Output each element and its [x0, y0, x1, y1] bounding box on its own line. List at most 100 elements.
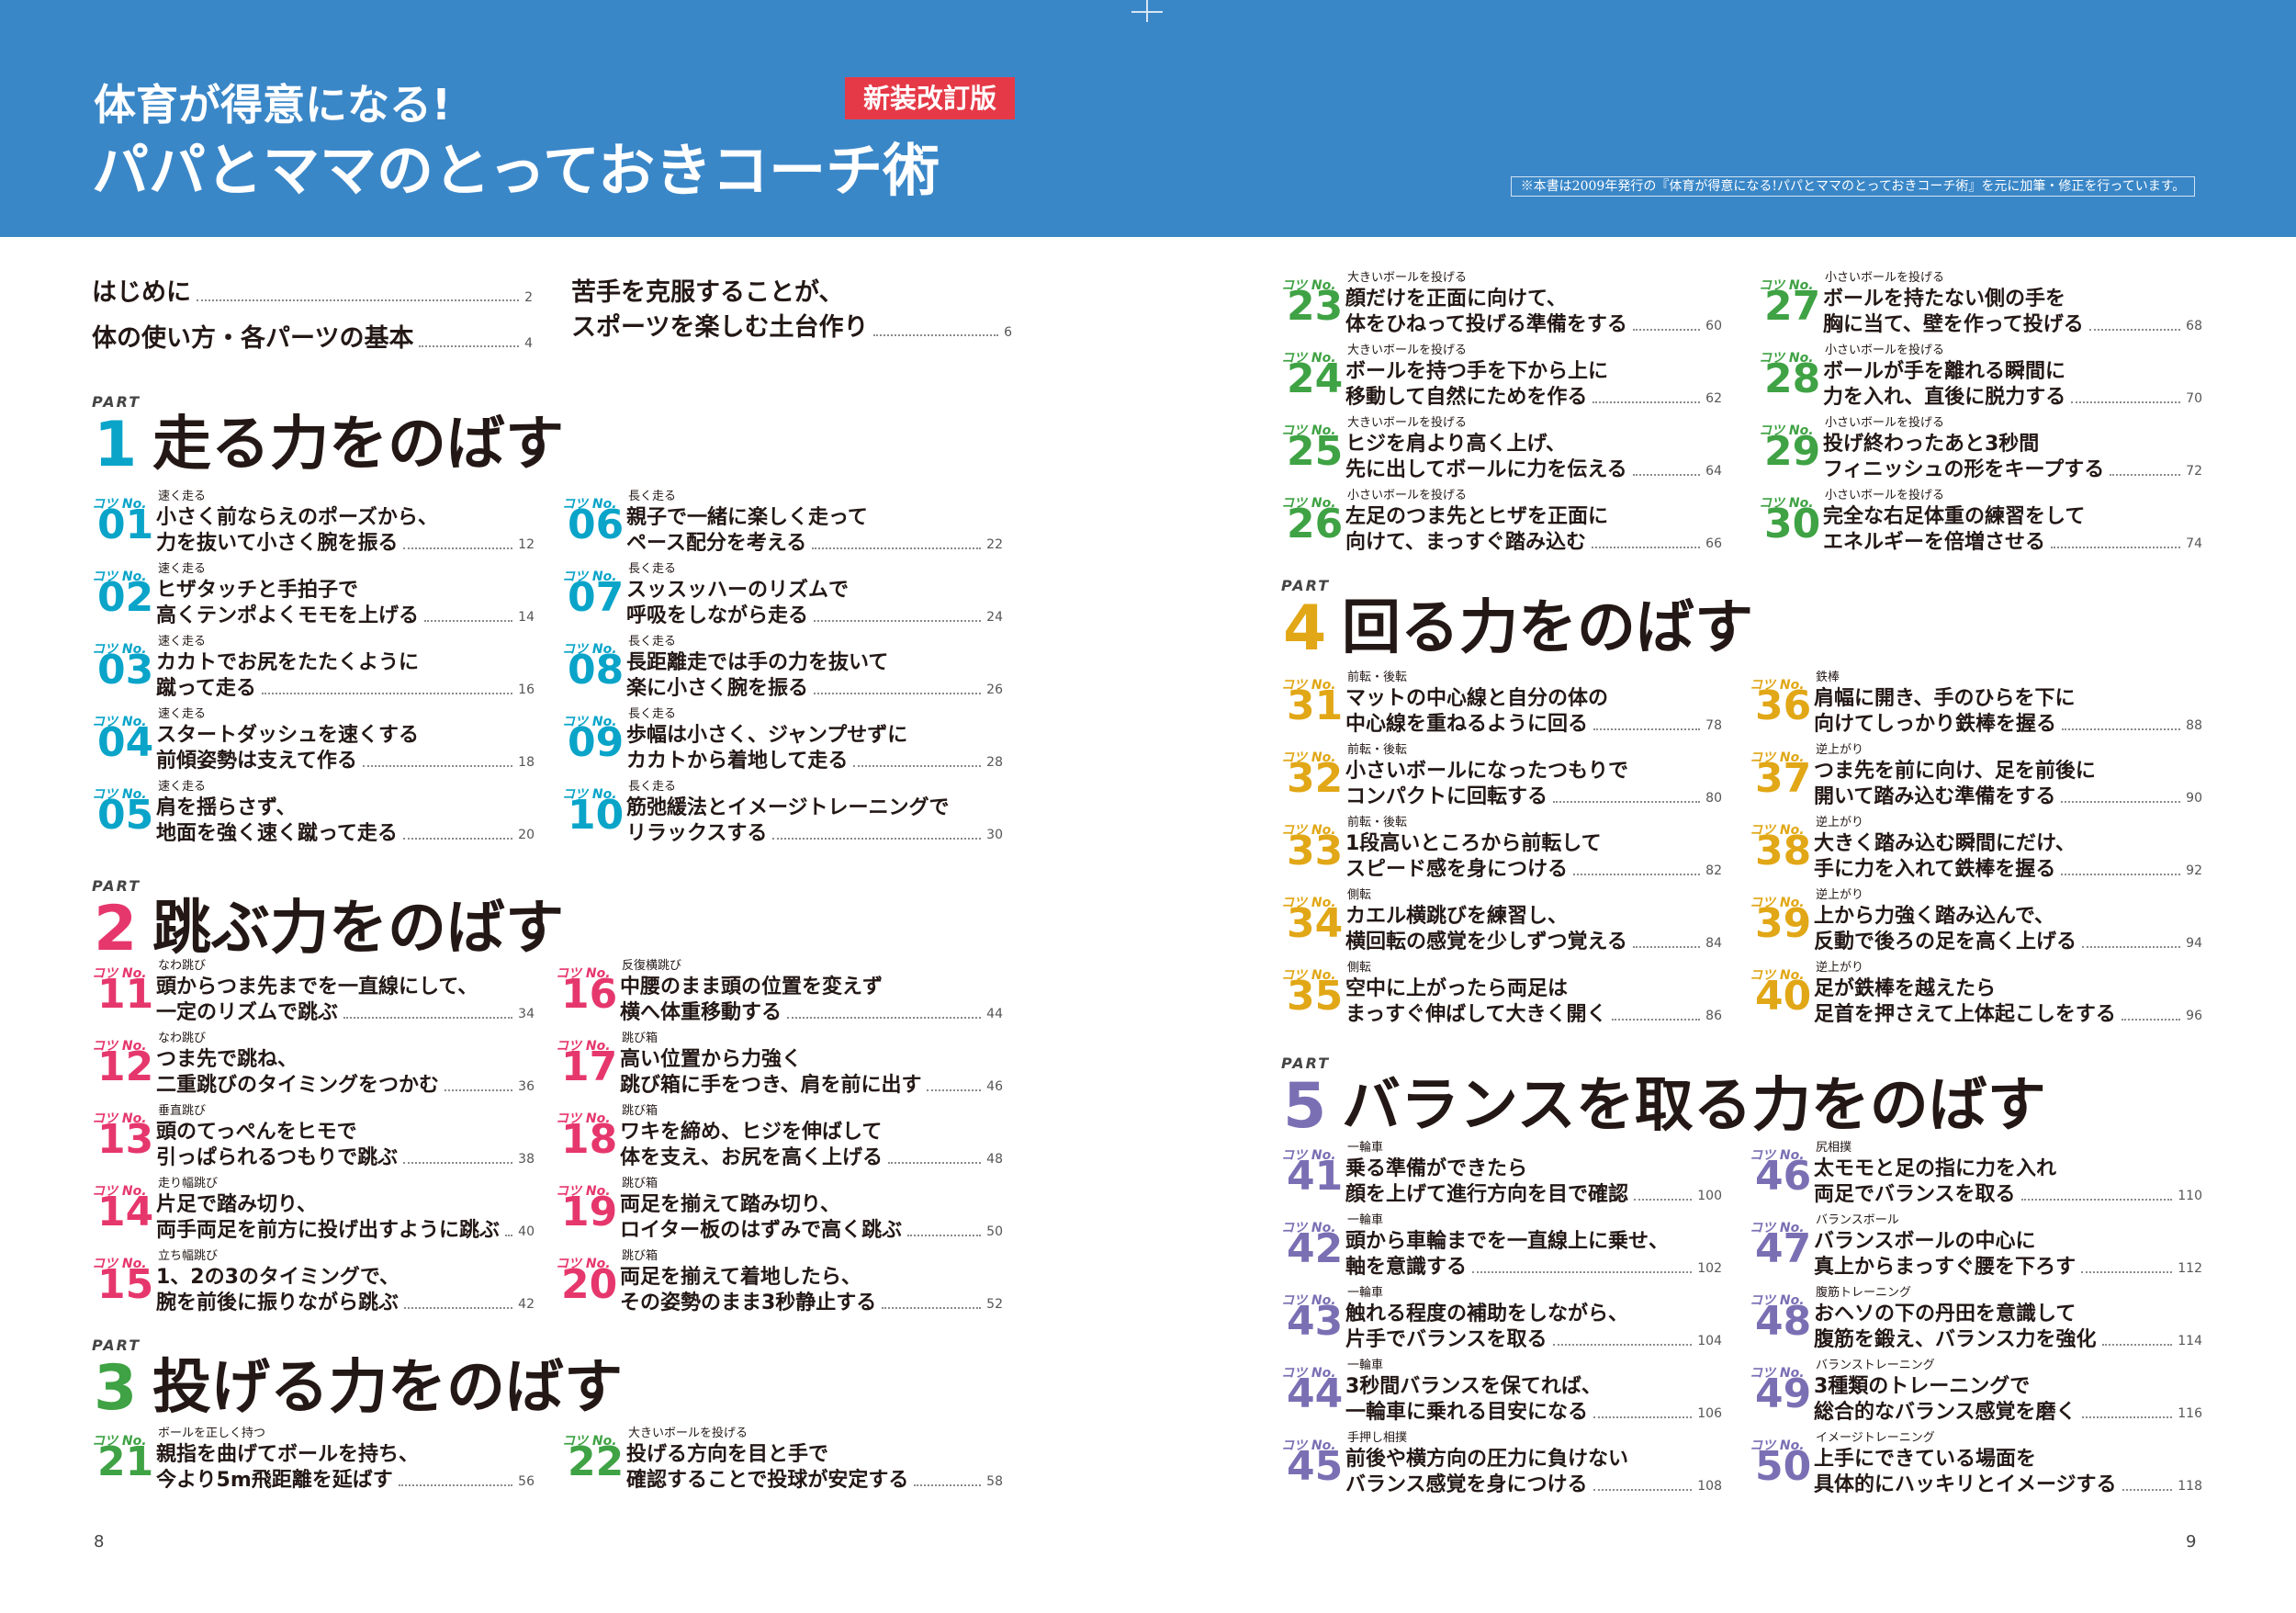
tip-entry[interactable]: コツ No. 24 大きいボールを投げる ボールを持つ手を下から上に 移動して自然にため…	[1281, 344, 1722, 417]
tip-entry[interactable]: コツ No. 31 前転・後転 マットの中心線と自分の体の 中心線を重ねるように回る 78	[1281, 671, 1722, 744]
tip-entry[interactable]: コツ No. 15 立ち幅跳び 1、2の3のタイミングで、 腕を前後に振りながら跳ぶ 42	[92, 1249, 535, 1323]
tip-title-line2: 高くテンポよくモモを上げる	[156, 604, 420, 627]
tip-category: 鉄棒	[1816, 671, 1840, 684]
tip-entry[interactable]: コツ No. 35 側転 空中に上がったら両足は まっすぐ伸ばして大きく開く 86	[1281, 961, 1722, 1034]
tip-entry[interactable]: コツ No. 16 反復横跳び 中腰のまま頭の位置を変えず 横へ体重移動する 44	[556, 959, 1003, 1032]
toc-entry-overcome[interactable]: 苦手を克服することが、 スポーツを楽しむ土台作り 6	[571, 276, 1012, 345]
tip-entry[interactable]: コツ No. 40 逆上がり 足が鉄棒を越えたら 足首を押さえて上体起こしをする 96	[1750, 961, 2202, 1034]
tip-entry[interactable]: コツ No. 30 小さいボールを投げる 完全な右足体重の練習をして エネルギーを倍増さ…	[1759, 489, 2202, 562]
tip-entry[interactable]: コツ No. 34 側転 カエル横跳びを練習し、 横回転の感覚を少しずつ覚える 84	[1281, 888, 1722, 962]
tip-title-row: 一輪車に乗れる目安になる 106	[1345, 1400, 1722, 1426]
part-number: 5	[1283, 1070, 1327, 1143]
tip-entry[interactable]: コツ No. 01 速く走る 小さく前ならえのポーズから、 力を抜いて小さく腕を振る 12	[92, 490, 535, 563]
book-subtitle: 体育が得意になる!	[94, 80, 451, 130]
tip-title-line2: リラックスする	[626, 822, 768, 845]
tip-entry[interactable]: コツ No. 05 速く走る 肩を揺らさず、 地面を強く速く蹴って走る 20	[92, 780, 535, 853]
tip-entry[interactable]: コツ No. 37 逆上がり つま先を前に向け、足を前後に 開いて踏み込む準備をする 90	[1750, 743, 2202, 817]
tip-title-line1: ワキを締め、ヒジを伸ばして	[620, 1121, 883, 1144]
tip-title-line2: 蹴って走る	[156, 677, 256, 700]
tip-category: なわ跳び	[158, 959, 207, 973]
toc-page-number: 50	[986, 1224, 1003, 1239]
tip-title-line1: マットの中心線と自分の体の	[1345, 687, 1609, 710]
tip-title-line2: 楽に小さく腕を振る	[626, 677, 809, 700]
tip-category: 小さいボールを投げる	[1347, 489, 1468, 502]
tip-entry[interactable]: コツ No. 45 手押し相撲 前後や横方向の圧力に負けない バランス感覚を身につける 1…	[1281, 1431, 1722, 1505]
crop-mark	[1131, 11, 1163, 13]
tip-entry[interactable]: コツ No. 27 小さいボールを投げる ボールを持たない側の手を 胸に当て、壁を作って…	[1759, 271, 2202, 344]
dot-leader	[812, 547, 982, 549]
tip-title-row: コンパクトに回転する 80	[1345, 784, 1722, 810]
toc-entry-intro[interactable]: はじめに 2	[92, 276, 533, 310]
tip-number: 36	[1755, 682, 1812, 729]
tip-entry[interactable]: コツ No. 04 速く走る スタートダッシュを速くする 前傾姿勢は支えて作る 18	[92, 707, 535, 781]
tip-number: 22	[568, 1438, 625, 1485]
tip-title-row: 腕を前後に振りながら跳ぶ 42	[156, 1291, 535, 1316]
tip-entry[interactable]: コツ No. 26 小さいボールを投げる 左足のつま先とヒザを正面に 向けて、まっすぐ踏…	[1281, 489, 1722, 562]
tip-entry[interactable]: コツ No. 17 跳び箱 高い位置から力強く 跳び箱に手をつき、肩を前に出す 46	[556, 1032, 1003, 1105]
tip-entry[interactable]: コツ No. 46 尻相撲 太モモと足の指に力を入れ 両足でバランスを取る 110	[1750, 1141, 2202, 1214]
tip-entry[interactable]: コツ No. 14 走り幅跳び 片足で踏み切り、 両手両足を前方に投げ出すように跳ぶ 40	[92, 1177, 535, 1250]
tip-title-row: 移動して自然にためを作る 62	[1345, 385, 1722, 411]
tip-entry[interactable]: コツ No. 32 前転・後転 小さいボールになったつもりで コンパクトに回転する 80	[1281, 743, 1722, 817]
tip-title-line2: 体をひねって投げる準備をする	[1345, 313, 1627, 336]
tip-title-line1: バランスボールの中心に	[1814, 1230, 2036, 1253]
part-title: 投げる力をのばす	[152, 1354, 623, 1422]
tip-title-row: 具体的にハッキリとイメージする 118	[1814, 1472, 2202, 1498]
tip-title-row: 両手両足を前方に投げ出すように跳ぶ 40	[156, 1218, 535, 1244]
tip-entry[interactable]: コツ No. 44 一輪車 3秒間バランスを保てれば、 一輪車に乗れる目安になる 106	[1281, 1359, 1722, 1432]
tip-entry[interactable]: コツ No. 02 速く走る ヒザタッチと手拍子で 高くテンポよくモモを上げる 14	[92, 562, 535, 636]
tip-title-line1: 乗る準備ができたら	[1345, 1157, 1528, 1180]
tip-title-line2: 呼吸をしながら走る	[626, 604, 809, 627]
tip-entry[interactable]: コツ No. 11 なわ跳び 頭からつま先までを一直線にして、 一定のリズムで跳ぶ 34	[92, 959, 535, 1032]
tip-entry[interactable]: コツ No. 38 逆上がり 大きく踏み込む瞬間にだけ、 手に力を入れて鉄棒を握る 92	[1750, 816, 2202, 889]
tip-entry[interactable]: コツ No. 50 イメージトレーニング 上手にできている場面を 具体的にハッキリとイメ…	[1750, 1431, 2202, 1505]
tip-title-line2: 横回転の感覚を少しずつ覚える	[1345, 931, 1627, 953]
tip-entry[interactable]: コツ No. 12 なわ跳び つま先で跳ね、 二重跳びのタイミングをつかむ 36	[92, 1032, 535, 1105]
tip-entry[interactable]: コツ No. 09 長く走る 歩幅は小さく、ジャンプせずに カカトから着地して走る 28	[562, 707, 1003, 781]
tip-entry[interactable]: コツ No. 36 鉄棒 肩幅に開き、手のひらを下に 向けてしっかり鉄棒を握る 88	[1750, 671, 2202, 744]
tip-entry[interactable]: コツ No. 23 大きいボールを投げる 顔だけを正面に向けて、 体をひねって投げる準備…	[1281, 271, 1722, 344]
tip-number: 16	[561, 971, 618, 1018]
tip-number: 44	[1287, 1370, 1344, 1417]
tip-title-line2: 力を抜いて小さく腕を振る	[156, 532, 399, 555]
dot-leader	[2088, 329, 2181, 331]
tip-entry[interactable]: コツ No. 48 腹筋トレーニング おヘソの下の丹田を意識して 腹筋を鍛え、バランス力…	[1750, 1286, 2202, 1359]
toc-page-number: 82	[1705, 863, 1722, 878]
tip-entry[interactable]: コツ No. 49 バランストレーニング 3種類のトレーニングで 総合的なバランス感覚を…	[1750, 1359, 2202, 1432]
tip-entry[interactable]: コツ No. 39 逆上がり 上から力強く踏み込んで、 反動で後ろの足を高く上げる 94	[1750, 888, 2202, 962]
toc-page-number: 118	[2178, 1479, 2202, 1494]
tip-category: 長く走る	[628, 490, 677, 503]
tip-entry[interactable]: コツ No. 13 垂直跳び 頭のてっぺんをヒモで 引っぱられるつもりで跳ぶ 38	[92, 1104, 535, 1178]
tip-entry[interactable]: コツ No. 33 前転・後転 1段高いところから前転して スピード感を身につける 82	[1281, 816, 1722, 889]
tip-entry[interactable]: コツ No. 42 一輪車 頭から車輪までを一直線上に乗せ、 軸を意識する 102	[1281, 1213, 1722, 1287]
tip-title-row: 蹴って走る 16	[156, 676, 535, 702]
tip-number: 46	[1755, 1153, 1812, 1200]
toc-page-number: 24	[986, 610, 1003, 625]
tip-number: 37	[1755, 755, 1812, 802]
tip-entry[interactable]: コツ No. 07 長く走る スッスッハーのリズムで 呼吸をしながら走る 24	[562, 562, 1003, 636]
tip-entry[interactable]: コツ No. 21 ボールを正しく持つ 親指を曲げてボールを持ち、 今より5m飛距離を延…	[92, 1427, 535, 1500]
dot-leader	[1593, 1489, 1693, 1491]
tip-entry[interactable]: コツ No. 22 大きいボールを投げる 投げる方向を目と手で 確認することで投球が安定…	[562, 1427, 1003, 1500]
tip-entry[interactable]: コツ No. 08 長く走る 長距離走では手の力を抜いて 楽に小さく腕を振る 26	[562, 635, 1003, 708]
tip-entry[interactable]: コツ No. 29 小さいボールを投げる 投げ終わったあと3秒間 フィニッシュの形をキー…	[1759, 416, 2202, 490]
tip-category: 速く走る	[158, 707, 207, 721]
toc-page-number: 2	[524, 290, 533, 305]
toc-entry-basics[interactable]: 体の使い方・各パーツの基本 4	[92, 321, 533, 356]
tip-title-line2: 先に出してボールに力を伝える	[1345, 458, 1627, 481]
dot-leader	[814, 693, 982, 694]
tip-entry[interactable]: コツ No. 20 跳び箱 両足を揃えて着地したら、 その姿勢のまま3秒静止する 52	[556, 1249, 1003, 1323]
tip-entry[interactable]: コツ No. 18 跳び箱 ワキを締め、ヒジを伸ばして 体を支え、お尻を高く上げる 48	[556, 1104, 1003, 1178]
tip-entry[interactable]: コツ No. 10 長く走る 筋弛緩法とイメージトレーニングで リラックスする 30	[562, 780, 1003, 853]
tip-entry[interactable]: コツ No. 03 速く走る カカトでお尻をたたくように 蹴って走る 16	[92, 635, 535, 708]
tip-entry[interactable]: コツ No. 06 長く走る 親子で一緒に楽しく走って ペース配分を考える 22	[562, 490, 1003, 563]
tip-entry[interactable]: コツ No. 28 小さいボールを投げる ボールが手を離れる瞬間に 力を入れ、直後に脱力…	[1759, 344, 2202, 417]
tip-entry[interactable]: コツ No. 47 バランスボール バランスボールの中心に 真上からまっすぐ腰を下ろす 1…	[1750, 1213, 2202, 1287]
tip-title-row: 力を抜いて小さく腕を振る 12	[156, 531, 535, 557]
tip-entry[interactable]: コツ No. 43 一輪車 触れる程度の補助をしながら、 片手でバランスを取る 104	[1281, 1286, 1722, 1359]
dot-leader	[419, 345, 520, 347]
dot-leader	[2082, 946, 2181, 948]
tip-entry[interactable]: コツ No. 41 一輪車 乗る準備ができたら 顔を上げて進行方向を目で確認 100	[1281, 1141, 1722, 1214]
tip-entry[interactable]: コツ No. 25 大きいボールを投げる ヒジを肩より高く上げ、 先に出してボールに力を…	[1281, 416, 1722, 490]
tip-entry[interactable]: コツ No. 19 跳び箱 両足を揃えて踏み切り、 ロイター板のはずみで高く跳ぶ 50	[556, 1177, 1003, 1250]
